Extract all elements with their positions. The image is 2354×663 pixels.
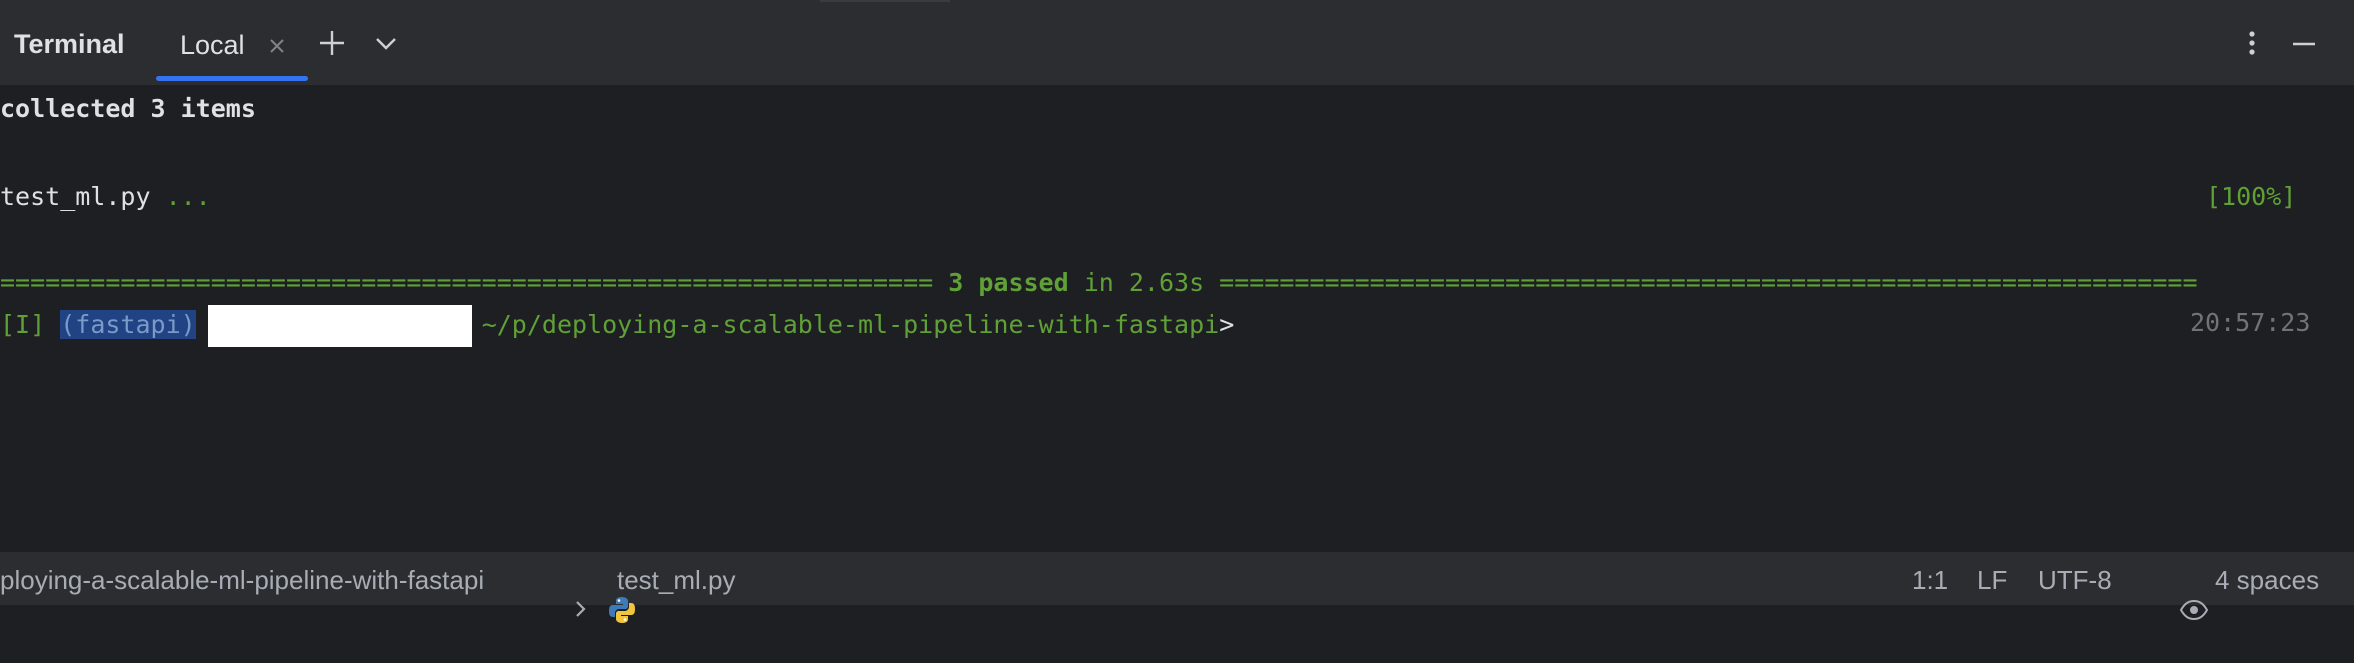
prompt-env: (fastapi) <box>60 310 196 339</box>
test-file-name: test_ml.py <box>0 182 151 211</box>
tab-label: Local <box>180 30 245 60</box>
duration: in 2.63s <box>1068 268 1220 297</box>
status-bar: ploying-a-scalable-ml-pipeline-with-fast… <box>0 551 2354 623</box>
file-encoding[interactable]: UTF-8 <box>2038 565 2112 596</box>
chevron-down-icon[interactable] <box>366 23 406 63</box>
summary-line: ========================================… <box>0 265 2198 301</box>
prompt-char: > <box>1219 310 1235 339</box>
tab-local[interactable]: Local <box>156 5 308 85</box>
close-icon[interactable] <box>266 35 288 57</box>
prompt-line: [I] (fastapi) ~/p/deploying-a-scalable-ml… <box>0 305 1235 347</box>
summary-rule-right: ========================================… <box>1219 268 2198 297</box>
summary-rule-left: ========================================… <box>0 268 949 297</box>
terminal-output[interactable]: collected 3 items test_ml.py ... [100%] … <box>0 86 2354 551</box>
test-result-line: test_ml.py ... <box>0 179 211 215</box>
test-dots: ... <box>165 182 211 211</box>
redacted-block <box>207 305 472 347</box>
caret-position[interactable]: 1:1 <box>1912 565 1948 596</box>
breadcrumb-project[interactable]: ploying-a-scalable-ml-pipeline-with-fast… <box>0 565 484 596</box>
terminal-toolbar: Terminal Local <box>0 5 2354 86</box>
active-tab-indicator <box>156 76 308 81</box>
plus-icon[interactable] <box>312 23 352 63</box>
prompt-mode: [I] <box>0 310 46 339</box>
panel-title: Terminal <box>14 29 125 59</box>
prompt-path: ~/p/deploying-a-scalable-ml-pipeline-wit… <box>481 310 1220 339</box>
more-vertical-icon[interactable] <box>2232 23 2272 63</box>
minimize-icon[interactable] <box>2284 23 2324 63</box>
test-progress: [100%] <box>2206 182 2297 211</box>
collected-line: collected 3 items <box>0 94 256 123</box>
breadcrumb-file[interactable]: test_ml.py <box>617 565 736 596</box>
indent-setting[interactable]: 4 spaces <box>2215 565 2319 596</box>
passed-count: 3 passed <box>948 268 1069 297</box>
line-ending[interactable]: LF <box>1977 565 2007 596</box>
eye-icon[interactable] <box>2150 567 2209 660</box>
prompt-time: 20:57:23 <box>2190 308 2311 337</box>
top-edge-segment <box>820 0 950 2</box>
